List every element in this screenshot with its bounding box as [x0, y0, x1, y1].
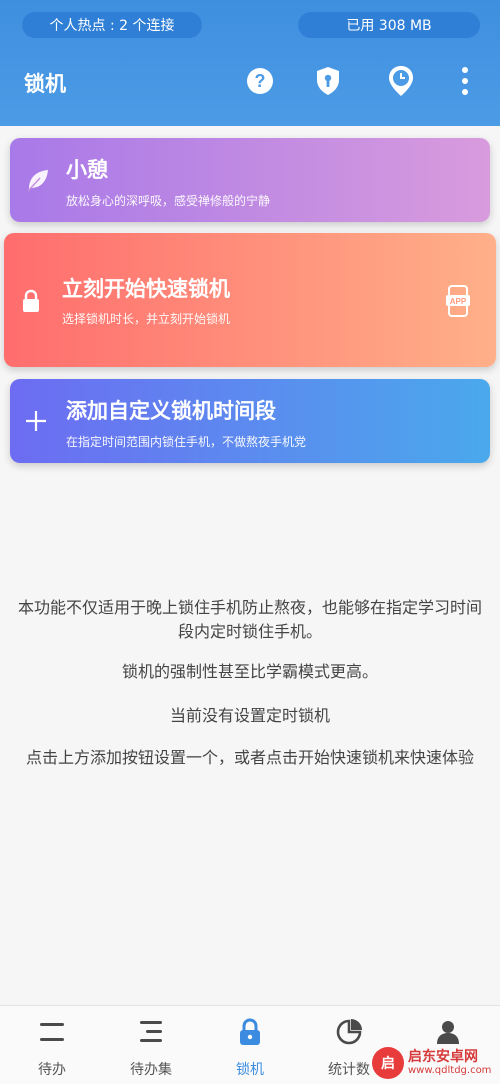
rest-title: 小憩 [66, 158, 108, 182]
info-paragraph-4: 点击上方添加按钮设置一个，或者点击开始快速锁机来快速体验 [25, 748, 474, 767]
plus-icon [24, 409, 48, 433]
more-vertical-icon[interactable] [450, 64, 480, 98]
info-paragraph-1: 本功能不仅适用于晚上锁住手机防止熬夜，也能够在指定学习时间段内定时锁住手机。 [18, 598, 483, 641]
quick-lock-title: 立刻开始快速锁机 [62, 277, 230, 301]
nav-label-todo-set: 待办集 [130, 1062, 172, 1078]
nav-label-lock: 锁机 [236, 1062, 264, 1078]
watermark: 启 启东安卓网 www.qdltdg.com [372, 1042, 500, 1084]
quick-lock-subtitle: 选择锁机时长，并立刻开始锁机 [62, 312, 231, 326]
rest-card[interactable]: 小憩 放松身心的深呼吸，感受禅修般的宁静 [10, 138, 490, 222]
leaf-icon [24, 166, 52, 194]
nav-item-todo[interactable]: 待办 [2, 1006, 102, 1084]
add-lock-title: 添加自定义锁机时间段 [66, 399, 276, 423]
add-lock-period-card[interactable]: 添加自定义锁机时间段 在指定时间范围内锁住手机，不做熬夜手机党 [10, 379, 490, 463]
page-title: 锁机 [24, 72, 66, 96]
todo-set-icon [137, 1018, 165, 1046]
info-paragraph-3: 当前没有设置定时锁机 [169, 706, 330, 725]
shield-icon[interactable] [313, 64, 343, 98]
svg-text:?: ? [255, 71, 266, 91]
nav-item-lock[interactable]: 锁机 [200, 1006, 300, 1084]
info-paragraph-2: 锁机的强制性甚至比学霸模式更高。 [121, 662, 378, 681]
add-lock-subtitle: 在指定时间范围内锁住手机，不做熬夜手机党 [66, 435, 307, 449]
watermark-logo: 启 [372, 1047, 404, 1079]
nav-item-todo-set[interactable]: 待办集 [101, 1006, 201, 1084]
watermark-name: 启东安卓网 [408, 1049, 478, 1065]
watermark-url: www.qdltdg.com [408, 1065, 492, 1076]
app-icon: APP [444, 285, 472, 317]
app-icon-text: APP [450, 297, 467, 306]
hotspot-status: 个人热点 : 2 个连接 [22, 12, 202, 38]
memory-status: 已用 308 MB [298, 12, 480, 38]
lock-icon [236, 1018, 264, 1046]
quick-lock-card[interactable]: 立刻开始快速锁机 选择锁机时长，并立刻开始锁机 APP [4, 233, 496, 367]
todo-icon [38, 1018, 66, 1046]
clock-pin-icon[interactable] [386, 64, 416, 98]
rest-subtitle: 放松身心的深呼吸，感受禅修般的宁静 [66, 194, 271, 208]
lock-icon [20, 288, 42, 314]
help-icon[interactable]: ? [245, 64, 275, 98]
nav-label-todo: 待办 [38, 1062, 66, 1078]
header: 个人热点 : 2 个连接 已用 308 MB 锁机 ? [0, 0, 500, 126]
pie-chart-icon [335, 1018, 363, 1046]
